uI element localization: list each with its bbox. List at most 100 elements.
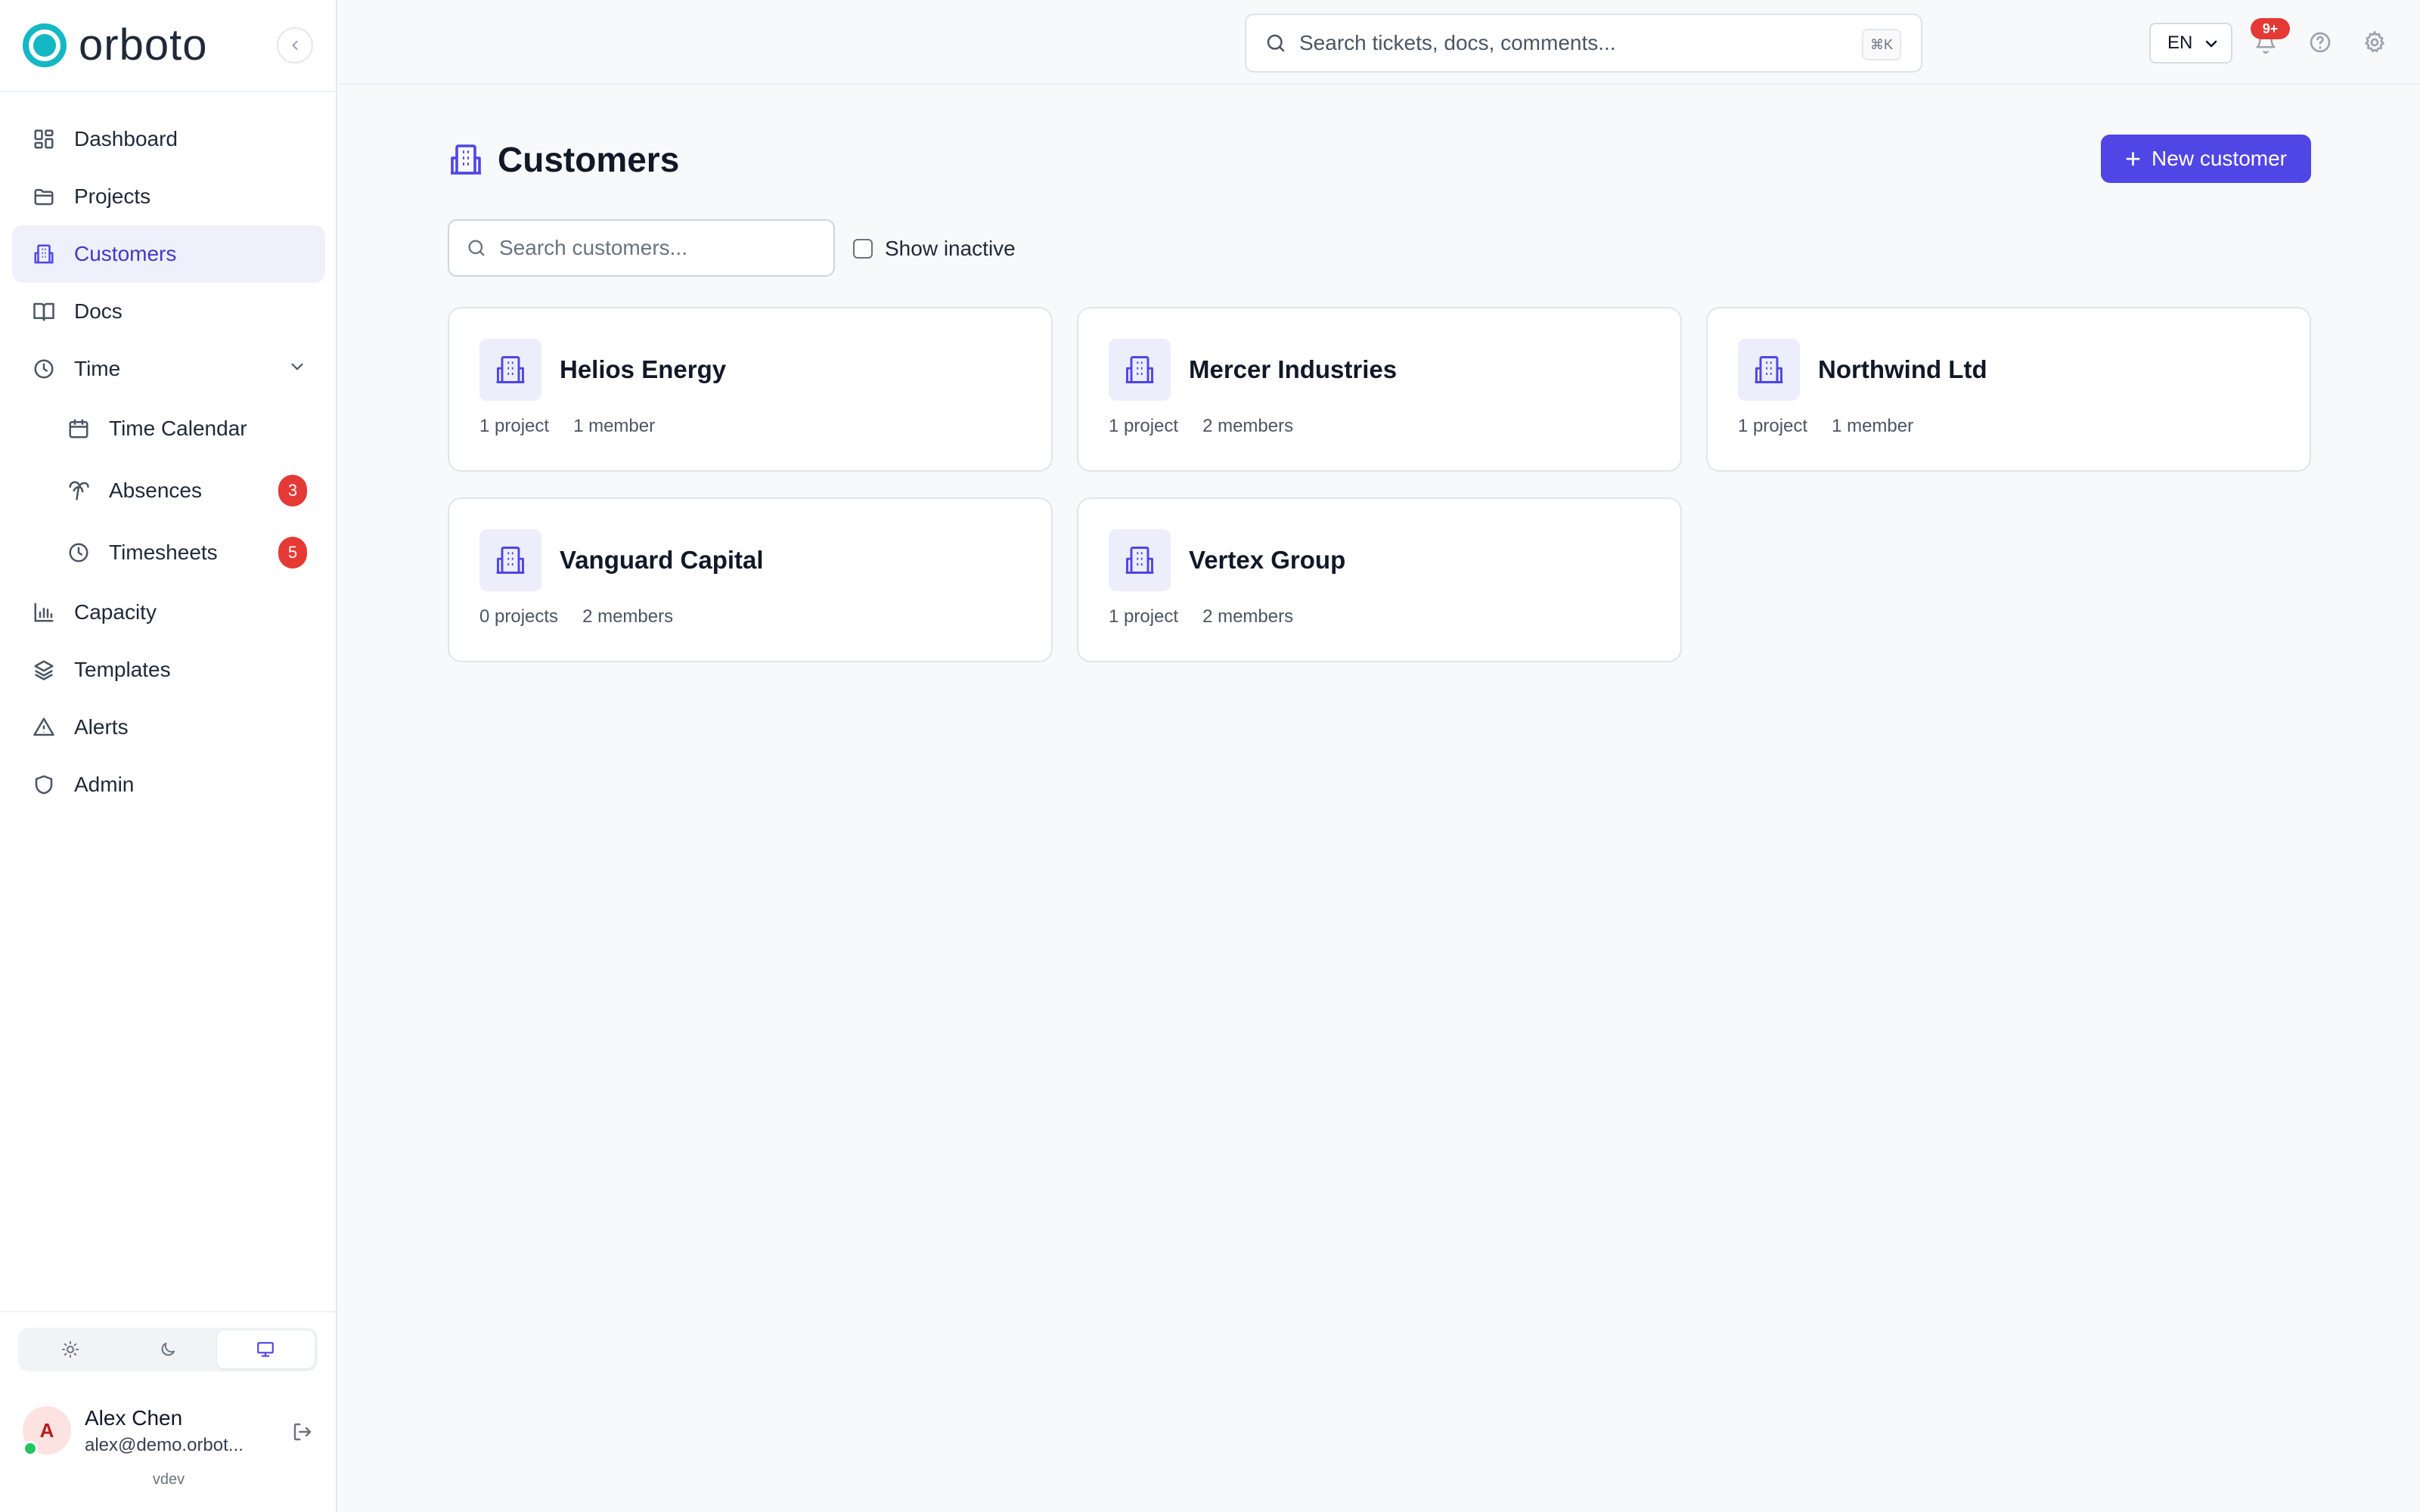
settings-button[interactable] bbox=[2358, 26, 2391, 59]
logout-button[interactable] bbox=[287, 1417, 318, 1447]
customer-card-northwind-ltd[interactable]: Northwind Ltd 1 project 1 member bbox=[1706, 307, 2311, 472]
customer-card-mercer-industries[interactable]: Mercer Industries 1 project 2 members bbox=[1077, 307, 1682, 472]
user-profile: A Alex Chen alex@demo.orbot... bbox=[23, 1403, 318, 1464]
global-search-placeholder: Search tickets, docs, comments... bbox=[1299, 31, 1616, 54]
search-shortcut-hint: ⌘K bbox=[1862, 29, 1901, 60]
member-count: 2 members bbox=[582, 606, 674, 627]
layers-icon bbox=[30, 656, 57, 683]
global-search-input[interactable]: Search tickets, docs, comments... ⌘K bbox=[1245, 14, 1922, 73]
member-count: 1 member bbox=[573, 416, 656, 436]
member-count: 2 members bbox=[1202, 606, 1294, 627]
show-inactive-label: Show inactive bbox=[885, 237, 1016, 260]
sidebar-item-label: Templates bbox=[74, 658, 171, 681]
moon-icon bbox=[161, 1343, 175, 1356]
theme-system-button[interactable] bbox=[216, 1331, 315, 1368]
theme-dark-button[interactable] bbox=[119, 1331, 216, 1368]
chevron-down-icon bbox=[2205, 40, 2217, 48]
customer-name: Vanguard Capital bbox=[560, 546, 764, 574]
brand-name: orboto bbox=[79, 20, 208, 70]
logout-icon bbox=[293, 1423, 312, 1441]
customer-name: Vertex Group bbox=[1189, 546, 1346, 574]
language-select[interactable]: EN bbox=[2149, 23, 2232, 64]
sidebar-item-absences[interactable]: Absences 3 bbox=[12, 460, 325, 522]
search-icon bbox=[1267, 34, 1285, 52]
clock-icon bbox=[65, 539, 92, 566]
show-inactive-checkbox[interactable] bbox=[853, 239, 873, 259]
notification-count-badge: 9+ bbox=[2251, 18, 2290, 39]
sidebar-item-alerts[interactable]: Alerts bbox=[12, 699, 325, 756]
theme-light-button[interactable] bbox=[21, 1331, 119, 1368]
monitor-icon bbox=[257, 1342, 275, 1357]
clock-icon bbox=[30, 355, 57, 383]
page-header: Customers bbox=[448, 135, 679, 184]
gear-icon bbox=[2364, 30, 2385, 53]
sidebar-item-label: Time bbox=[74, 357, 121, 380]
brand-logo[interactable]: orboto bbox=[23, 21, 207, 70]
project-count: 1 project bbox=[1109, 416, 1179, 436]
sidebar-item-time[interactable]: Time bbox=[12, 340, 325, 398]
project-count: 0 projects bbox=[479, 606, 559, 627]
member-count: 1 member bbox=[1832, 416, 1914, 436]
bar-chart-icon bbox=[30, 599, 57, 626]
page-title: Customers bbox=[498, 140, 680, 179]
building-icon bbox=[1109, 339, 1171, 401]
project-count: 1 project bbox=[1738, 416, 1808, 436]
customer-name: Mercer Industries bbox=[1189, 355, 1398, 383]
folder-icon bbox=[30, 183, 57, 210]
sidebar-item-time-calendar[interactable]: Time Calendar bbox=[12, 398, 325, 460]
customer-meta: 1 project 2 members bbox=[1109, 606, 1293, 627]
calendar-icon bbox=[65, 415, 92, 442]
help-button[interactable] bbox=[2304, 26, 2337, 59]
customer-search-placeholder: Search customers... bbox=[499, 236, 687, 259]
sidebar-item-capacity[interactable]: Capacity bbox=[12, 584, 325, 641]
customer-name: Helios Energy bbox=[560, 355, 727, 383]
search-icon bbox=[468, 240, 485, 256]
customer-card-vanguard-capital[interactable]: Vanguard Capital 0 projects 2 members bbox=[448, 497, 1053, 662]
sidebar-item-label: Admin bbox=[74, 773, 135, 796]
sun-icon bbox=[61, 1341, 79, 1358]
customer-search-input[interactable]: Search customers... bbox=[448, 219, 835, 277]
sidebar-item-label: Timesheets bbox=[109, 541, 218, 564]
user-email: alex@demo.orbot... bbox=[85, 1435, 244, 1455]
building-icon bbox=[479, 339, 541, 401]
sidebar: orboto Dashboard Projects Customers Docs… bbox=[0, 0, 337, 1512]
sidebar-item-label: Absences bbox=[109, 479, 202, 502]
show-inactive-toggle[interactable]: Show inactive bbox=[853, 234, 1016, 263]
customer-name: Northwind Ltd bbox=[1818, 355, 1987, 383]
chevron-down-icon[interactable] bbox=[287, 357, 307, 382]
sidebar-nav: Dashboard Projects Customers Docs Time T… bbox=[12, 110, 325, 813]
customer-meta: 1 project 1 member bbox=[479, 416, 655, 437]
new-customer-button[interactable]: + New customer bbox=[2101, 135, 2311, 183]
absences-count-badge: 3 bbox=[278, 475, 307, 507]
customer-meta: 0 projects 2 members bbox=[479, 606, 673, 627]
customer-card-helios-energy[interactable]: Helios Energy 1 project 1 member bbox=[448, 307, 1053, 472]
book-icon bbox=[30, 298, 57, 325]
sidebar-item-label: Projects bbox=[74, 184, 151, 208]
sidebar-item-dashboard[interactable]: Dashboard bbox=[12, 110, 325, 168]
sidebar-item-timesheets[interactable]: Timesheets 5 bbox=[12, 522, 325, 584]
sidebar-item-label: Alerts bbox=[74, 715, 129, 739]
sidebar-item-customers[interactable]: Customers bbox=[12, 225, 325, 283]
topbar: Search tickets, docs, comments... ⌘K bbox=[339, 0, 2420, 85]
sidebar-footer-divider bbox=[0, 1311, 337, 1312]
sidebar-divider bbox=[0, 91, 337, 92]
customer-card-vertex-group[interactable]: Vertex Group 1 project 2 members bbox=[1077, 497, 1682, 662]
new-customer-label: New customer bbox=[2152, 147, 2287, 170]
theme-switch bbox=[18, 1328, 318, 1371]
chevron-left-icon bbox=[292, 40, 298, 51]
building-icon bbox=[1109, 529, 1171, 591]
collapse-sidebar-button[interactable] bbox=[277, 27, 313, 64]
sidebar-item-docs[interactable]: Docs bbox=[12, 283, 325, 340]
customer-meta: 1 project 1 member bbox=[1738, 416, 1913, 437]
sidebar-item-admin[interactable]: Admin bbox=[12, 756, 325, 813]
sidebar-item-templates[interactable]: Templates bbox=[12, 641, 325, 699]
help-circle-icon bbox=[2310, 32, 2331, 53]
palm-tree-icon bbox=[65, 477, 92, 504]
sidebar-item-projects[interactable]: Projects bbox=[12, 168, 325, 225]
orboto-logo-icon bbox=[23, 23, 67, 67]
sidebar-item-label: Dashboard bbox=[74, 127, 178, 150]
member-count: 2 members bbox=[1202, 416, 1294, 436]
warning-icon bbox=[30, 714, 57, 741]
sidebar-item-label: Time Calendar bbox=[109, 417, 247, 440]
user-name: Alex Chen bbox=[85, 1406, 183, 1430]
